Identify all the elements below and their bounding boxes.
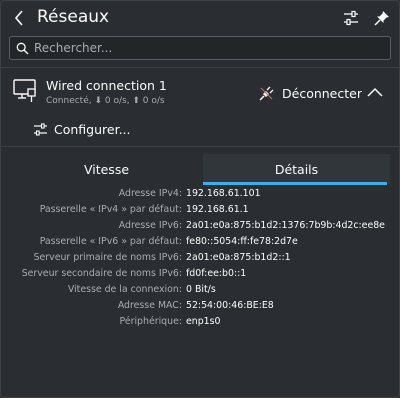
search-field[interactable]	[9, 36, 391, 60]
header: Réseaux	[0, 0, 400, 36]
detail-row: Passerelle « IPv6 » par défaut: fe80::50…	[0, 236, 400, 250]
detail-value: enp1s0	[186, 316, 221, 327]
search-input[interactable]	[34, 37, 384, 59]
detail-row: Périphérique: enp1s0	[0, 316, 400, 330]
detail-row: Passerelle « IPv4 » par défaut: 192.168.…	[0, 204, 400, 218]
configure-label: Configurer...	[54, 121, 131, 137]
pin-icon[interactable]	[373, 9, 391, 27]
detail-row: Adresse IPv4: 192.168.61.101	[0, 188, 400, 202]
disconnect-plug-icon	[259, 86, 274, 101]
detail-label: Passerelle « IPv4 » par défaut:	[39, 204, 182, 215]
disconnect-label: Déconnecter	[282, 85, 362, 101]
detail-label: Serveur secondaire de noms IPv6:	[21, 268, 182, 279]
connection-name: Wired connection 1	[46, 78, 167, 93]
detail-row: Vitesse de la connexion: 0 Bit/s	[0, 284, 400, 298]
detail-row: Serveur primaire de noms IPv6: 2a01:e0a:…	[0, 252, 400, 266]
detail-label: Passerelle « IPv6 » par défaut:	[39, 236, 182, 247]
detail-label: Périphérique:	[119, 316, 182, 327]
configure-sliders-icon	[34, 122, 47, 136]
detail-value: 2a01:e0a:875:b1d2:1376:7b9b:4d2c:ee8e	[186, 220, 385, 231]
page-title: Réseaux	[37, 7, 110, 27]
detail-value: 2a01:e0a:875:b1d2::1	[186, 252, 291, 263]
configure-sliders-icon[interactable]	[342, 9, 360, 27]
detail-label: Adresse MAC:	[117, 300, 182, 311]
disconnect-button[interactable]: Déconnecter	[258, 83, 362, 103]
detail-label: Vitesse de la connexion:	[67, 284, 182, 295]
back-button[interactable]	[10, 8, 28, 28]
detail-value: 52:54:00:46:BE:E8	[186, 300, 274, 311]
detail-label: Serveur primaire de noms IPv6:	[33, 252, 182, 263]
tab-details[interactable]: Détails	[203, 154, 390, 184]
detail-row: Adresse MAC: 52:54:00:46:BE:E8	[0, 300, 400, 314]
active-tab-indicator	[203, 182, 387, 185]
divider	[0, 67, 400, 68]
divider	[0, 146, 400, 147]
detail-value: fd0f:ee:b0::1	[186, 268, 247, 279]
detail-value: fe80::5054:ff:fe78:2d7e	[186, 236, 298, 247]
detail-label: Adresse IPv6:	[118, 220, 182, 231]
connection-status: Connecté, ⬇ 0 o/s, ⬆ 0 o/s	[46, 96, 165, 106]
detail-value: 192.168.61.101	[186, 188, 261, 199]
configure-button[interactable]: Configurer...	[33, 120, 131, 138]
detail-label: Adresse IPv4:	[118, 188, 182, 199]
chevron-left-icon	[14, 10, 23, 26]
detail-row: Serveur secondaire de noms IPv6: fd0f:ee…	[0, 268, 400, 282]
tab-vitesse[interactable]: Vitesse	[10, 154, 203, 184]
search-icon	[16, 42, 29, 55]
detail-row: Adresse IPv6: 2a01:e0a:875:b1d2:1376:7b9…	[0, 220, 400, 234]
detail-value: 192.168.61.1	[186, 204, 249, 215]
detail-value: 0 Bit/s	[186, 284, 216, 295]
wired-network-icon	[13, 79, 36, 102]
chevron-up-icon[interactable]	[366, 85, 384, 99]
